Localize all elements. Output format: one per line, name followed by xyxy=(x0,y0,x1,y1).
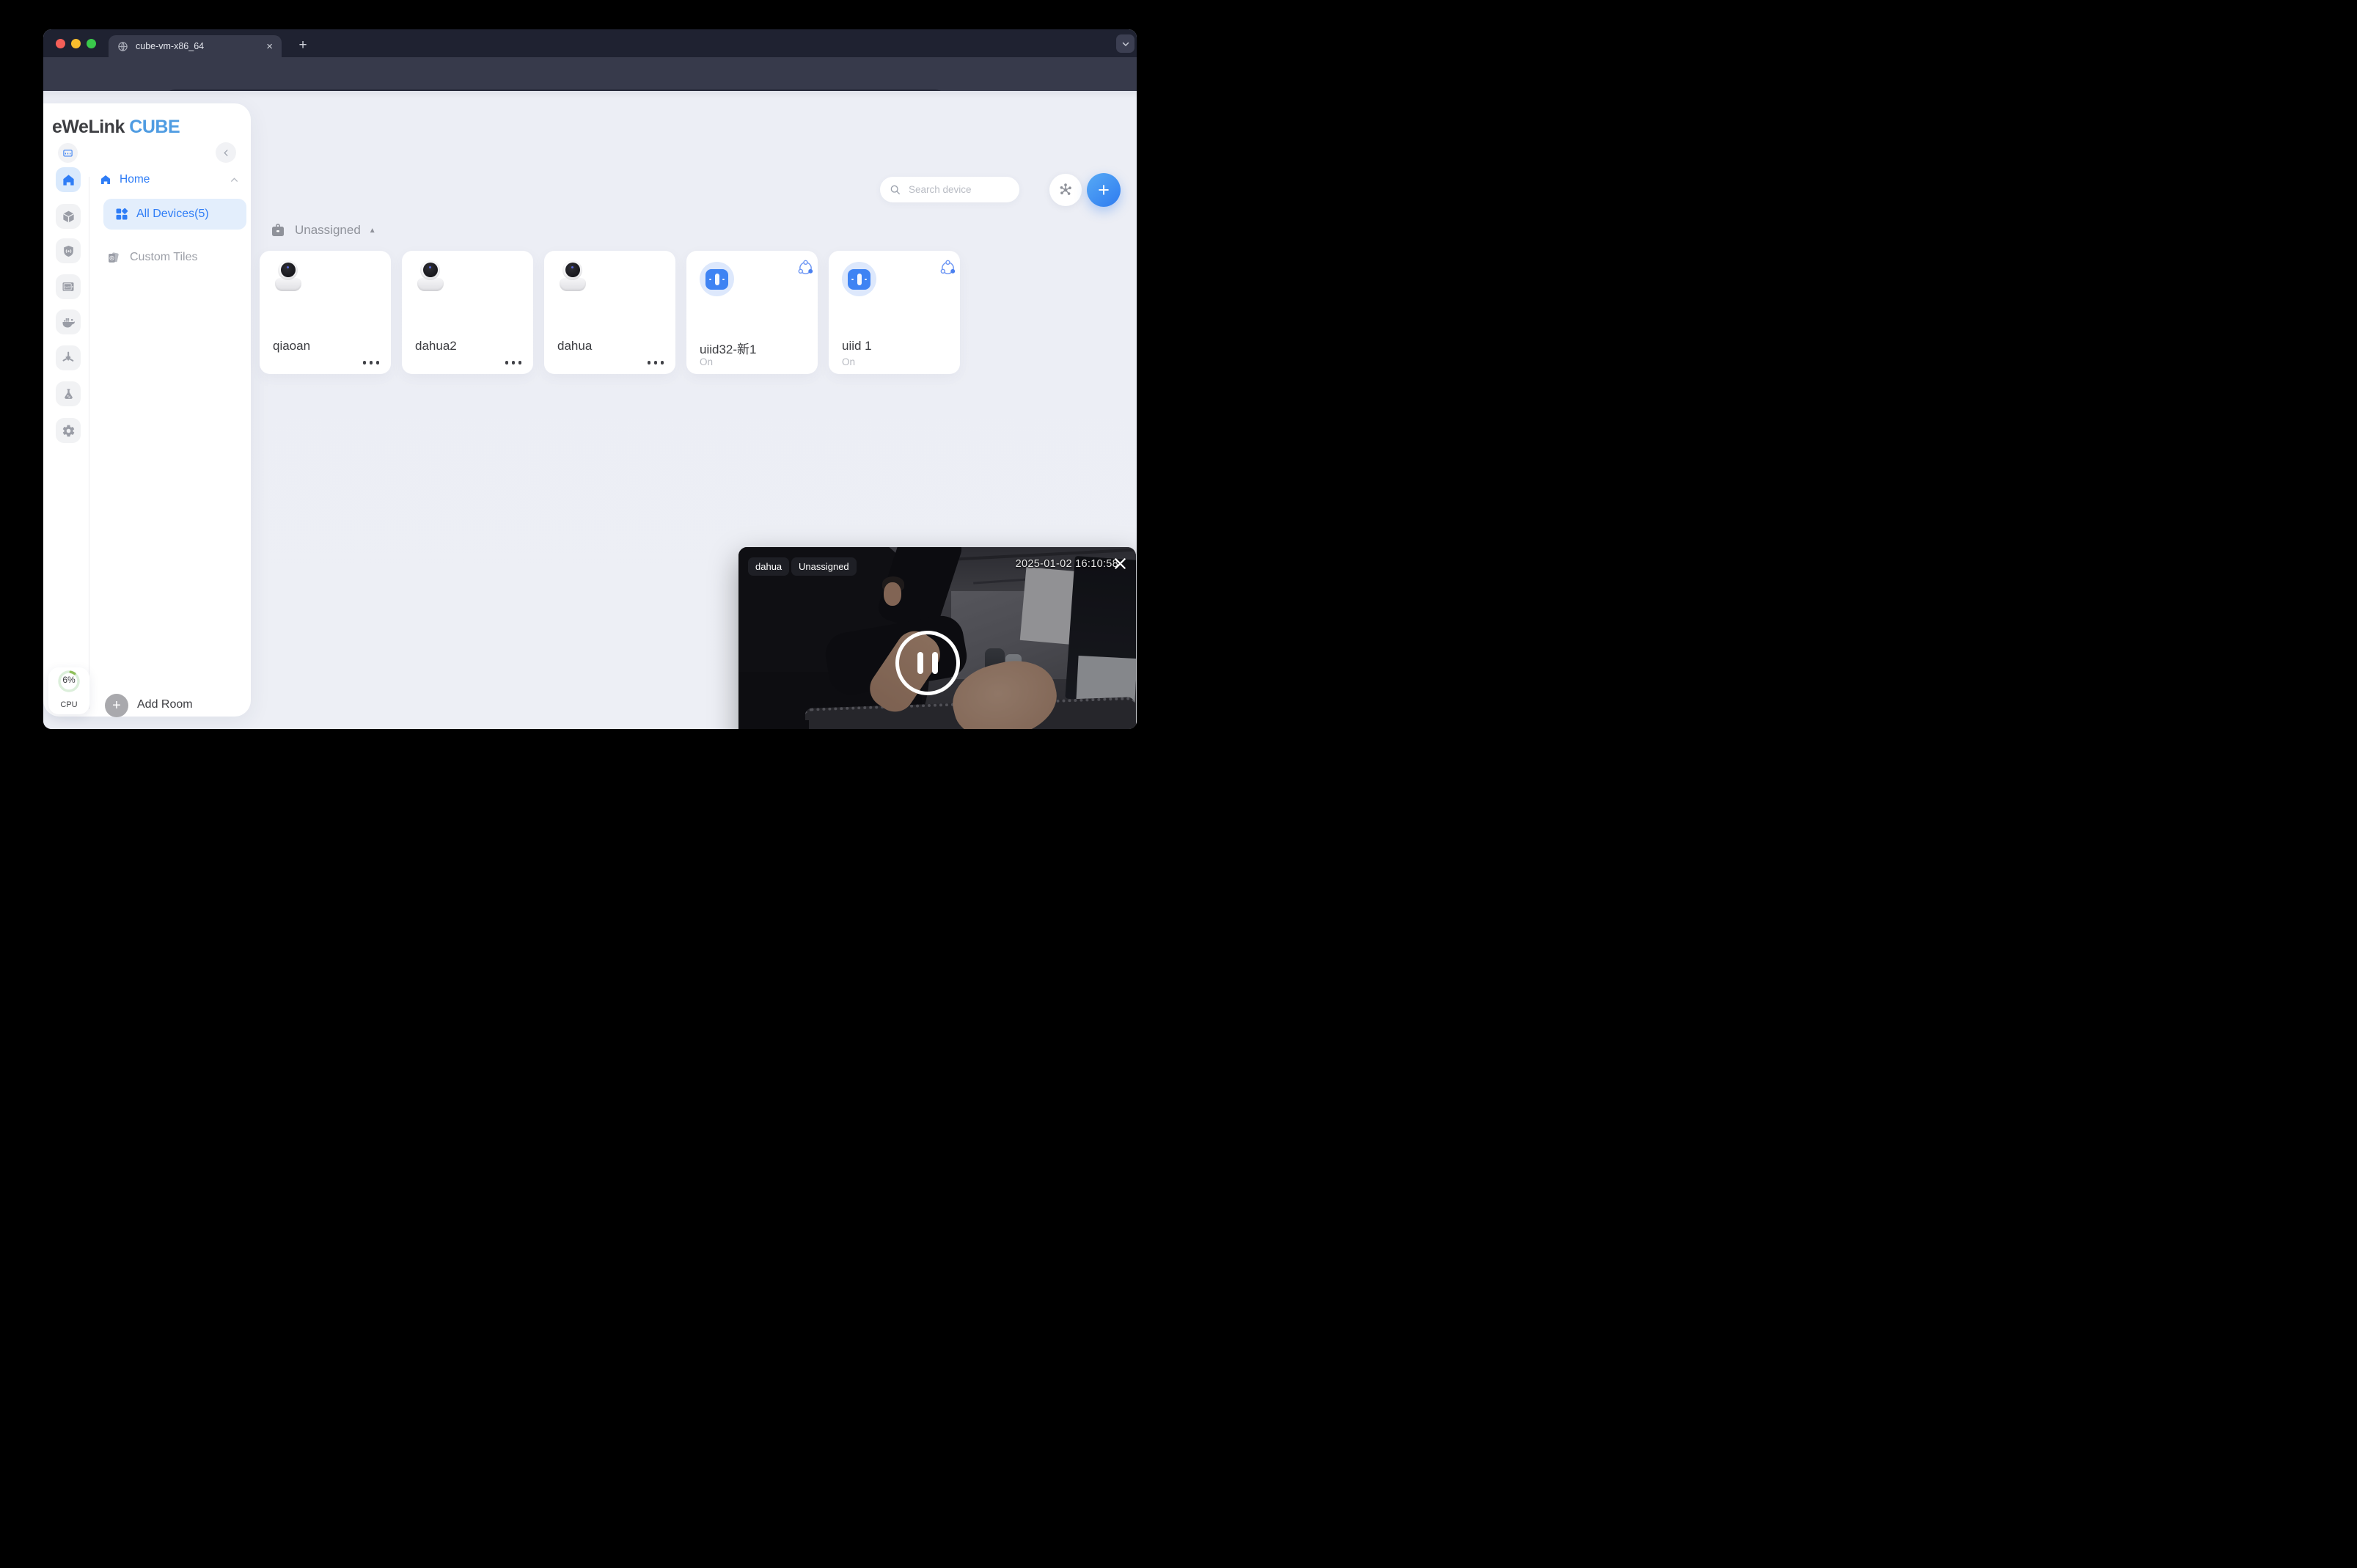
collapse-sidebar-button[interactable] xyxy=(216,142,236,163)
shield-signal-icon xyxy=(62,244,76,258)
chevron-down-icon xyxy=(1121,40,1130,48)
sidebar-item-cast[interactable]: CAST xyxy=(56,274,81,299)
tab-strip: cube-vm-x86_64 × + xyxy=(43,29,1137,57)
device-status: On xyxy=(842,356,855,367)
home-icon xyxy=(62,173,76,187)
camera-image xyxy=(273,260,304,294)
tab-search-button[interactable] xyxy=(1116,34,1134,53)
docker-whale-icon xyxy=(61,315,76,329)
plus-icon: + xyxy=(112,697,121,714)
share-group-icon xyxy=(797,260,814,276)
collapse-group-icon[interactable]: ▲ xyxy=(369,227,376,235)
device-card-camera[interactable]: qiaoan xyxy=(260,251,391,374)
topology-button[interactable] xyxy=(1049,174,1082,206)
sidebar-item-devices[interactable] xyxy=(56,204,81,229)
zoom-window-button[interactable] xyxy=(87,39,96,48)
cpu-label: CPU xyxy=(48,700,89,709)
browser-tab[interactable]: cube-vm-x86_64 × xyxy=(109,35,282,57)
device-name: dahua2 xyxy=(415,339,457,353)
switch-avatar xyxy=(700,262,734,296)
chevron-left-icon xyxy=(222,149,230,157)
browser-window: cube-vm-x86_64 × + ← → ↻ ⌂ ⚠ Not Secure … xyxy=(43,29,1137,729)
video-timestamp: 2025-01-02 16:10:58 xyxy=(1016,558,1118,570)
cube-3d-icon xyxy=(62,210,76,224)
switch-icon xyxy=(848,269,870,290)
minimize-window-button[interactable] xyxy=(71,39,81,48)
sidebar-item-lab[interactable] xyxy=(56,381,81,406)
matter-icon xyxy=(61,351,76,365)
network-port-icon[interactable] xyxy=(58,143,78,163)
device-card-switch[interactable]: uiid 1 On xyxy=(829,251,960,374)
more-options-button[interactable] xyxy=(648,361,664,364)
cpu-value: 6% xyxy=(48,675,89,685)
more-options-button[interactable] xyxy=(363,361,380,364)
app-logo: eWeLink CUBE xyxy=(52,117,180,138)
sidebar-item-settings[interactable] xyxy=(56,418,81,443)
close-icon xyxy=(1112,556,1128,571)
player-room-badge: Unassigned xyxy=(791,557,857,576)
camera-image xyxy=(415,260,446,294)
add-device-button[interactable]: + xyxy=(1087,173,1121,207)
device-name: uiid 1 xyxy=(842,339,872,353)
switch-icon xyxy=(705,269,728,290)
cast-screen-icon: CAST xyxy=(61,279,76,294)
chevron-up-icon[interactable] xyxy=(230,175,239,185)
add-room-button[interactable]: + xyxy=(105,694,128,717)
new-tab-button[interactable]: + xyxy=(293,35,313,56)
sidebar-item-home[interactable] xyxy=(56,167,81,192)
device-name: uiid32-新1 xyxy=(700,339,757,357)
tab-close-icon[interactable]: × xyxy=(266,40,273,53)
menu-custom-tiles[interactable]: Custom Tiles xyxy=(106,250,238,265)
cast-icon-label: CAST xyxy=(65,286,72,289)
tab-title: cube-vm-x86_64 xyxy=(136,41,266,51)
add-room-label[interactable]: Add Room xyxy=(137,698,193,711)
search-device-box[interactable] xyxy=(880,177,1019,202)
player-device-badge: dahua xyxy=(748,557,789,576)
tab-favicon-globe-icon xyxy=(117,41,128,52)
room-bag-icon xyxy=(269,221,287,239)
menu-all-devices-label: All Devices(5) xyxy=(136,208,209,221)
logo-brand: eWeLink xyxy=(52,117,125,137)
device-card-switch[interactable]: uiid32-新1 On xyxy=(686,251,818,374)
desktop: cube-vm-x86_64 × + ← → ↻ ⌂ ⚠ Not Secure … xyxy=(0,0,1178,784)
switch-avatar xyxy=(842,262,876,296)
sidebar-item-docker[interactable] xyxy=(56,309,81,334)
cpu-usage-widget[interactable]: 6% CPU xyxy=(48,667,89,714)
close-window-button[interactable] xyxy=(56,39,65,48)
home-icon xyxy=(100,174,111,186)
sidebar-item-security[interactable] xyxy=(56,238,81,263)
more-options-button[interactable] xyxy=(505,361,522,364)
device-card-camera[interactable]: dahua2 xyxy=(402,251,533,374)
lab-flask-icon xyxy=(62,387,76,401)
group-header-unassigned[interactable]: Unassigned ▲ xyxy=(269,221,376,239)
menu-custom-tiles-label: Custom Tiles xyxy=(130,251,197,264)
camera-player[interactable]: dahua Unassigned 2025-01-02 16:10:58 IPC xyxy=(738,547,1136,729)
share-group-icon xyxy=(939,260,956,276)
gear-icon xyxy=(62,424,76,438)
network-hub-icon xyxy=(1057,182,1074,198)
group-label: Unassigned xyxy=(295,223,361,238)
browser-toolbar: ← → ↻ ⌂ ⚠ Not Secure cube.local/#/room ☆… xyxy=(43,57,1137,91)
grid-devices-icon xyxy=(114,207,129,221)
menu-home-label: Home xyxy=(120,173,230,186)
search-input[interactable] xyxy=(907,183,1013,196)
device-name: qiaoan xyxy=(273,339,310,353)
device-name: dahua xyxy=(557,339,592,353)
plus-icon: + xyxy=(1098,179,1110,202)
menu-home-row[interactable]: Home xyxy=(100,172,239,188)
menu-all-devices[interactable]: All Devices(5) xyxy=(103,199,246,230)
pause-button[interactable] xyxy=(895,631,960,695)
camera-image xyxy=(557,260,588,294)
sidebar: eWeLink CUBE xyxy=(43,103,251,717)
search-icon xyxy=(890,184,901,196)
close-player-button[interactable] xyxy=(1110,554,1130,574)
page-content: eWeLink CUBE xyxy=(43,91,1137,729)
device-card-camera[interactable]: dahua xyxy=(544,251,675,374)
custom-tiles-icon xyxy=(106,251,120,265)
sidebar-item-matter[interactable] xyxy=(56,345,81,370)
device-status: On xyxy=(700,356,713,367)
logo-product: CUBE xyxy=(129,117,180,137)
